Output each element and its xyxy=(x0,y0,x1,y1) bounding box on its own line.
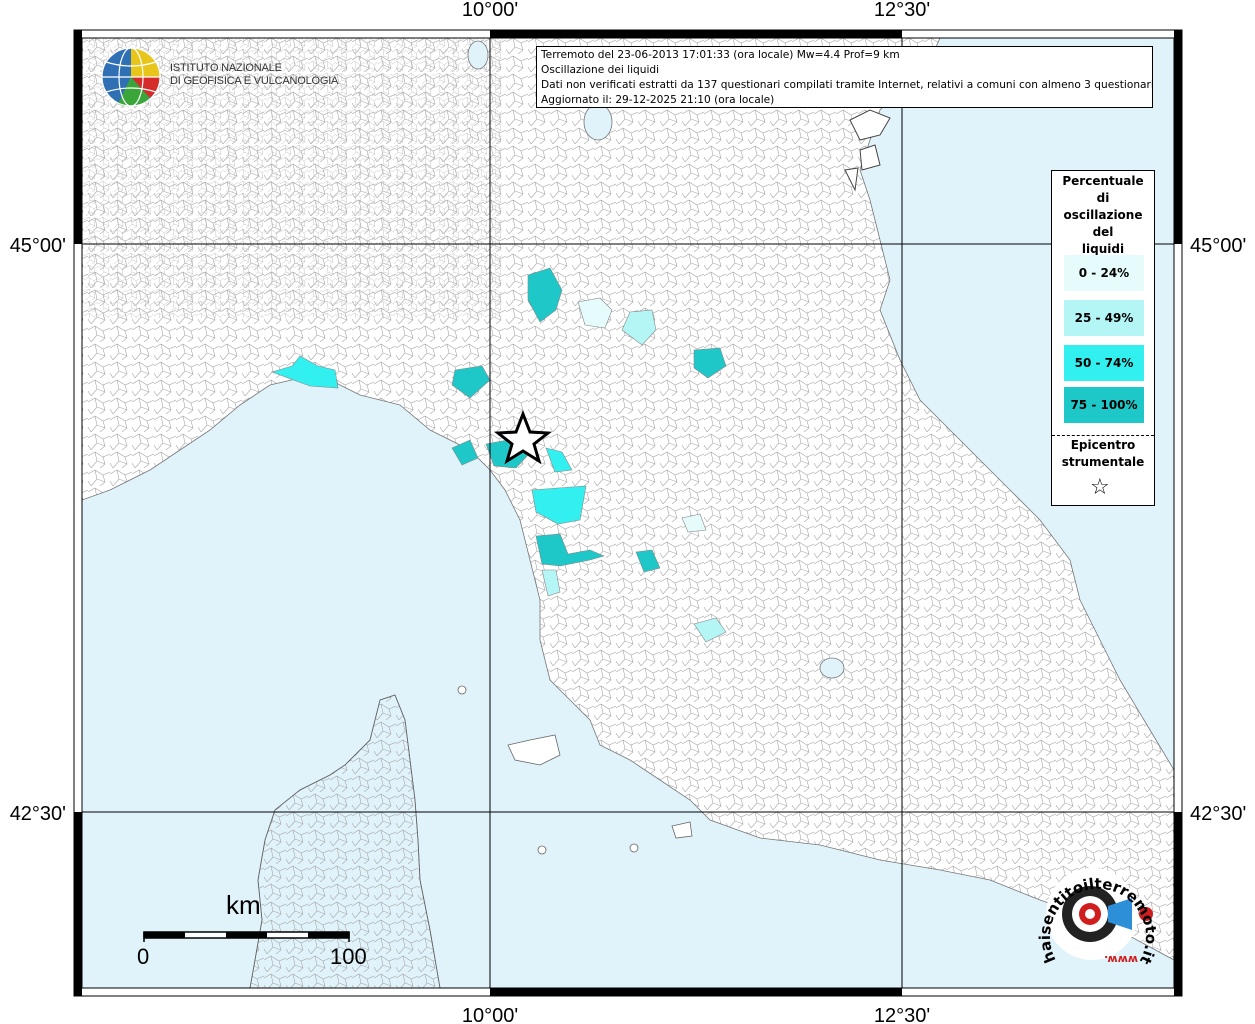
scale-unit: km xyxy=(226,890,261,920)
legend-epicenter-line: Epicentro xyxy=(1070,438,1136,452)
legend: Percentuale di oscillazione del liquidi … xyxy=(1051,170,1155,506)
legend-epicenter-label: Epicentro strumentale xyxy=(1052,437,1154,471)
legend-separator xyxy=(1052,435,1154,436)
legend-title-line: del xyxy=(1092,225,1114,239)
legend-title-line: oscillazione xyxy=(1063,208,1143,222)
legend-title: Percentuale di oscillazione del liquidi xyxy=(1052,171,1154,258)
lon-label-bottom-12-30: 12°30' xyxy=(874,1005,930,1024)
legend-title-line: di xyxy=(1096,191,1110,205)
scale-start: 0 xyxy=(137,944,150,969)
legend-class-75-100: 75 - 100% xyxy=(1064,387,1144,423)
data-note: Dati non verificati estratti da 137 ques… xyxy=(541,79,1153,91)
star-icon: ☆ xyxy=(1090,475,1110,500)
update-time: Aggiornato il: 29-12-2025 21:10 (ora loc… xyxy=(541,94,775,106)
institute-name: ISTITUTO NAZIONALE DI GEOFISICA E VULCAN… xyxy=(170,62,338,88)
scale-end: 100 xyxy=(330,944,367,969)
ingv-logo-icon xyxy=(101,47,161,107)
lon-label-top-12-30: 12°30' xyxy=(874,0,930,21)
map-subject: Oscillazione dei liquidi xyxy=(541,64,660,76)
institute-line-2: DI GEOFISICA E VULCANOLOGIA xyxy=(170,75,339,87)
event-info-box: Terremoto del 23-06-2013 17:01:33 (ora l… xyxy=(536,46,1153,108)
lat-label-left-45: 45°00' xyxy=(10,235,66,257)
lat-label-right-42-30: 42°30' xyxy=(1190,803,1246,825)
legend-class-25-49: 25 - 49% xyxy=(1064,300,1144,336)
event-title: Terremoto del 23-06-2013 17:01:33 (ora l… xyxy=(541,49,900,61)
legend-class-0-24: 0 - 24% xyxy=(1064,255,1144,291)
lon-label-bottom-10: 10°00' xyxy=(462,1005,518,1024)
lat-label-left-42-30: 42°30' xyxy=(10,803,66,825)
legend-epicenter-line: strumentale xyxy=(1061,455,1145,469)
lat-label-right-45: 45°00' xyxy=(1190,235,1246,257)
institute-line-1: ISTITUTO NAZIONALE xyxy=(170,62,282,74)
legend-title-line: Percentuale xyxy=(1062,174,1144,188)
legend-class-50-74: 50 - 74% xyxy=(1064,345,1144,381)
map: 10°00' 12°30' 10°00' 12°30' 45°00' 42°30… xyxy=(10,0,1247,1024)
lon-label-top-10: 10°00' xyxy=(462,0,518,21)
